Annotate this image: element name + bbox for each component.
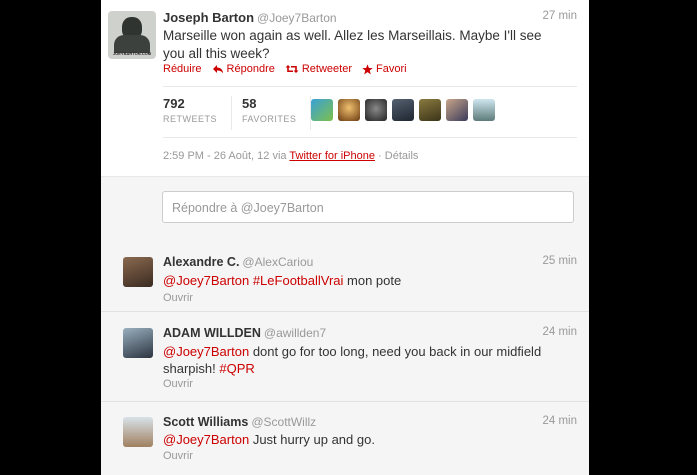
tweet-time[interactable]: 27 min (542, 10, 577, 22)
favoriter-avatars (311, 99, 495, 121)
author-handle[interactable]: @ScottWillz (251, 415, 316, 429)
author-handle[interactable]: @Joey7Barton (257, 11, 337, 25)
reply-icon (212, 65, 223, 74)
reply-button[interactable]: Répondre (212, 63, 275, 75)
avatar[interactable] (473, 99, 495, 121)
author-name[interactable]: ADAM WILLDEN (163, 326, 261, 340)
tweet-time[interactable]: 25 min (542, 255, 577, 267)
reply-text: @Joey7Barton dont go for too long, need … (163, 343, 573, 377)
favorite-label: Favori (376, 63, 407, 75)
divider (163, 86, 577, 87)
author-name[interactable]: Scott Williams (163, 415, 248, 429)
avatar[interactable] (311, 99, 333, 121)
reply-label: Répondre (226, 63, 275, 75)
tweet-stats: 792 RETWEETS 58 FAVORITES (163, 96, 321, 130)
tweet-meta: 2:59 PM - 26 Août, 12 via Twitter for iP… (163, 150, 418, 162)
retweets-stat[interactable]: 792 RETWEETS (163, 96, 233, 130)
retweets-count: 792 (163, 96, 185, 111)
avatar[interactable] (392, 99, 414, 121)
tweet-time[interactable]: 24 min (542, 415, 577, 427)
star-icon (362, 63, 373, 74)
list-item[interactable]: Scott Williams @ScottWillz 24 min @Joey7B… (101, 402, 589, 475)
author-name[interactable]: Joseph Barton (163, 10, 254, 25)
reply-header: Alexandre C. @AlexCariou 25 min (163, 255, 577, 269)
avatar[interactable] (419, 99, 441, 121)
avatar[interactable] (446, 99, 468, 121)
details-link[interactable]: · Détails (375, 150, 418, 162)
reply-composer: Répondre à @Joey7Barton (101, 176, 589, 242)
avatar[interactable] (365, 99, 387, 121)
divider (163, 137, 577, 138)
collapse-button[interactable]: Réduire (163, 63, 202, 75)
favorite-button[interactable]: Favori (362, 63, 407, 75)
avatar-site-text: JOEYBARTON.COM (112, 51, 152, 56)
list-item[interactable]: Alexandre C. @AlexCariou 25 min @Joey7Bar… (101, 240, 589, 312)
avatar[interactable] (338, 99, 360, 121)
reply-text: @Joey7Barton Just hurry up and go. (163, 431, 573, 448)
author-name[interactable]: Alexandre C. (163, 255, 239, 269)
tweet-text: Marseille won again as well. Allez les M… (163, 28, 542, 61)
author-handle[interactable]: @AlexCariou (242, 255, 313, 269)
list-item[interactable]: ADAM WILLDEN @awillden7 24 min @Joey7Bart… (101, 312, 589, 402)
tweet-panel: JOEYBARTON.COM Joseph Barton @Joey7Barton… (101, 0, 589, 475)
reply-header: Scott Williams @ScottWillz 24 min (163, 415, 577, 429)
reply-body: Just hurry up and go. (249, 432, 375, 447)
mention-link[interactable]: @Joey7Barton (163, 273, 249, 288)
tweet-time[interactable]: 24 min (542, 326, 577, 338)
tweet-header: Joseph Barton @Joey7Barton 27 min (163, 10, 577, 26)
hashtag-link[interactable]: #LeFootballVrai (253, 273, 344, 288)
favorites-count: 58 (242, 96, 257, 111)
mention-link[interactable]: @Joey7Barton (163, 344, 249, 359)
open-link[interactable]: Ouvrir (163, 292, 193, 304)
source-link[interactable]: Twitter for iPhone (289, 150, 375, 162)
reply-header: ADAM WILLDEN @awillden7 24 min (163, 326, 577, 340)
tweet-actions: Réduire Répondre Retweeter Favori (163, 63, 407, 75)
avatar[interactable] (123, 257, 153, 287)
tweet-timestamp: 2:59 PM - 26 Août, 12 via (163, 150, 290, 162)
main-tweet: JOEYBARTON.COM Joseph Barton @Joey7Barton… (101, 0, 589, 176)
avatar[interactable] (123, 417, 153, 447)
retweet-icon (285, 65, 299, 73)
hashtag-link[interactable]: #QPR (219, 361, 254, 376)
reply-body: mon pote (343, 273, 402, 288)
avatar[interactable] (123, 328, 153, 358)
collapse-label: Réduire (163, 63, 202, 75)
mention-link[interactable]: @Joey7Barton (163, 432, 249, 447)
retweet-button[interactable]: Retweeter (285, 63, 352, 75)
favorites-stat[interactable]: 58 FAVORITES (242, 96, 312, 130)
open-link[interactable]: Ouvrir (163, 450, 193, 462)
retweets-label: RETWEETS (163, 114, 218, 124)
author-handle[interactable]: @awillden7 (264, 326, 326, 340)
open-link[interactable]: Ouvrir (163, 378, 193, 390)
reply-input[interactable]: Répondre à @Joey7Barton (162, 191, 574, 223)
avatar[interactable]: JOEYBARTON.COM (108, 11, 156, 59)
reply-text: @Joey7Barton #LeFootballVrai mon pote (163, 272, 573, 289)
favorites-label: FAVORITES (242, 114, 297, 124)
retweet-label: Retweeter (301, 63, 352, 75)
